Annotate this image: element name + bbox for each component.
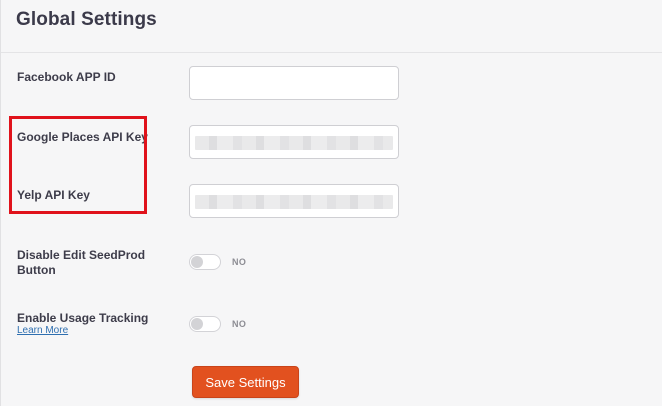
usage-tracking-toggle[interactable]: [189, 316, 221, 332]
global-settings-panel: Global Settings Facebook APP ID Google P…: [0, 0, 662, 406]
google-places-api-key-input[interactable]: [189, 125, 399, 159]
disable-edit-button-state: NO: [232, 257, 247, 267]
usage-tracking-label: Enable Usage Tracking: [17, 311, 149, 325]
save-settings-button[interactable]: Save Settings: [192, 366, 299, 398]
api-keys-highlight-box: [9, 116, 147, 214]
facebook-app-id-label: Facebook APP ID: [17, 70, 116, 84]
yelp-api-key-input[interactable]: [189, 184, 399, 218]
toggle-knob: [191, 256, 203, 268]
usage-tracking-state: NO: [232, 319, 247, 329]
disable-edit-button-toggle[interactable]: [189, 254, 221, 270]
facebook-app-id-input[interactable]: [189, 66, 399, 100]
learn-more-link[interactable]: Learn More: [17, 325, 68, 336]
redacted-value: [195, 136, 393, 150]
title-divider: [1, 52, 662, 53]
redacted-value: [195, 195, 393, 209]
page-title: Global Settings: [16, 9, 157, 30]
disable-edit-button-label: Disable Edit SeedProd Button: [17, 248, 146, 277]
toggle-knob: [191, 318, 203, 330]
